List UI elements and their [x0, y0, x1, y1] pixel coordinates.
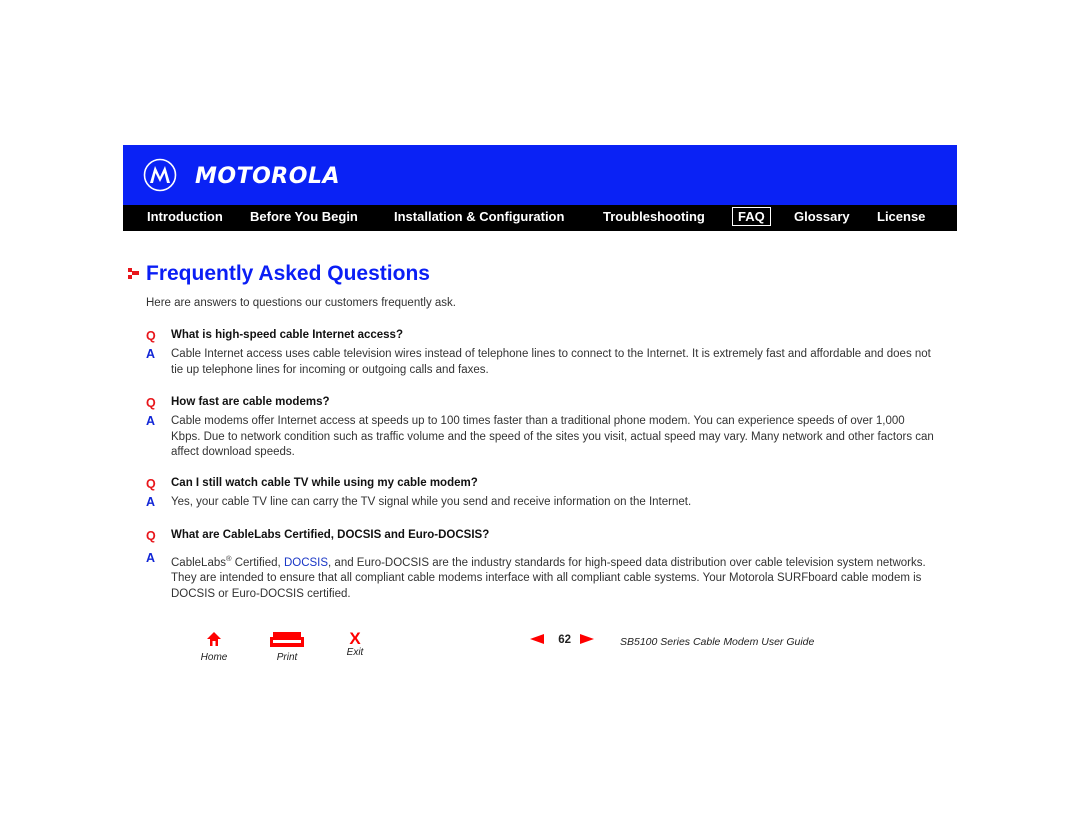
- exit-button[interactable]: X Exit: [340, 630, 370, 658]
- home-icon: [207, 632, 221, 646]
- q-marker: Q: [146, 329, 156, 343]
- a-marker: A: [146, 414, 156, 428]
- exit-icon: X: [349, 629, 361, 648]
- question-text: What is high-speed cable Internet access…: [171, 329, 403, 341]
- answer-text: Cable Internet access uses cable televis…: [171, 348, 931, 376]
- question-text: Can I still watch cable TV while using m…: [171, 477, 478, 489]
- docsis-link[interactable]: DOCSIS: [284, 557, 328, 569]
- question-text: What are CableLabs Certified, DOCSIS and…: [171, 529, 490, 541]
- answer-text: Cable modems offer Internet access at sp…: [171, 415, 934, 458]
- nav-installation-configuration[interactable]: Installation & Configuration: [394, 209, 564, 224]
- faq-answer: A Yes, your cable TV line can carry the T…: [146, 495, 936, 511]
- faq-answer: A CableLabs® Certified, DOCSIS, and Euro-…: [146, 551, 936, 602]
- faq-answer: A Cable modems offer Internet access at s…: [146, 414, 936, 461]
- home-button[interactable]: Home: [198, 631, 230, 663]
- faq-question: Q What is high-speed cable Internet acces…: [146, 329, 936, 343]
- faq-answer: A Cable Internet access uses cable televi…: [146, 347, 936, 378]
- next-page-icon[interactable]: [580, 634, 595, 644]
- a-marker: A: [146, 551, 156, 565]
- home-label: Home: [200, 652, 228, 663]
- question-text: How fast are cable modems?: [171, 396, 330, 408]
- faq-item: Q Can I still watch cable TV while using …: [146, 477, 936, 511]
- page-title: Frequently Asked Questions: [146, 262, 430, 285]
- q-marker: Q: [146, 396, 156, 410]
- answer-text: Yes, your cable TV line can carry the TV…: [171, 496, 692, 508]
- header: MOTOROLA Introduction Before You Begin I…: [123, 145, 957, 231]
- a-marker: A: [146, 347, 156, 361]
- nav-troubleshooting[interactable]: Troubleshooting: [603, 209, 705, 224]
- a-marker: A: [146, 495, 156, 509]
- red-arrow-bullet-icon: [128, 268, 139, 279]
- previous-page-icon[interactable]: [530, 634, 544, 644]
- faq-item: Q How fast are cable modems? A Cable modem…: [146, 396, 936, 461]
- motorola-batwing-icon: [143, 158, 177, 192]
- nav-glossary[interactable]: Glossary: [794, 209, 850, 224]
- page-navigator: 62: [530, 634, 595, 646]
- brand-bar: MOTOROLA: [123, 145, 957, 205]
- nav-bar: Introduction Before You Begin Installati…: [123, 205, 957, 231]
- q-marker: Q: [146, 529, 156, 543]
- guide-title: SB5100 Series Cable Modem User Guide: [620, 636, 815, 648]
- brand-logo-text: MOTOROLA: [195, 164, 340, 189]
- nav-introduction[interactable]: Introduction: [147, 209, 223, 224]
- print-icon: [270, 632, 304, 647]
- print-button[interactable]: Print: [270, 632, 304, 663]
- faq-question: Q How fast are cable modems?: [146, 396, 936, 410]
- faq-question: Q Can I still watch cable TV while using …: [146, 477, 936, 491]
- answer-text: CableLabs: [171, 556, 226, 569]
- nav-license[interactable]: License: [877, 209, 925, 224]
- q-marker: Q: [146, 477, 156, 491]
- faq-item: Q What is high-speed cable Internet acces…: [146, 329, 936, 378]
- faq-question: Q What are CableLabs Certified, DOCSIS an…: [146, 529, 936, 543]
- print-label: Print: [276, 652, 298, 663]
- nav-before-you-begin[interactable]: Before You Begin: [250, 209, 358, 224]
- answer-text: Certified,: [231, 556, 284, 569]
- exit-label: Exit: [346, 647, 364, 658]
- nav-faq[interactable]: FAQ: [732, 207, 771, 226]
- intro-text: Here are answers to questions our custom…: [146, 297, 457, 309]
- page-number: 62: [558, 634, 571, 646]
- faq-item: Q What are CableLabs Certified, DOCSIS an…: [146, 529, 936, 602]
